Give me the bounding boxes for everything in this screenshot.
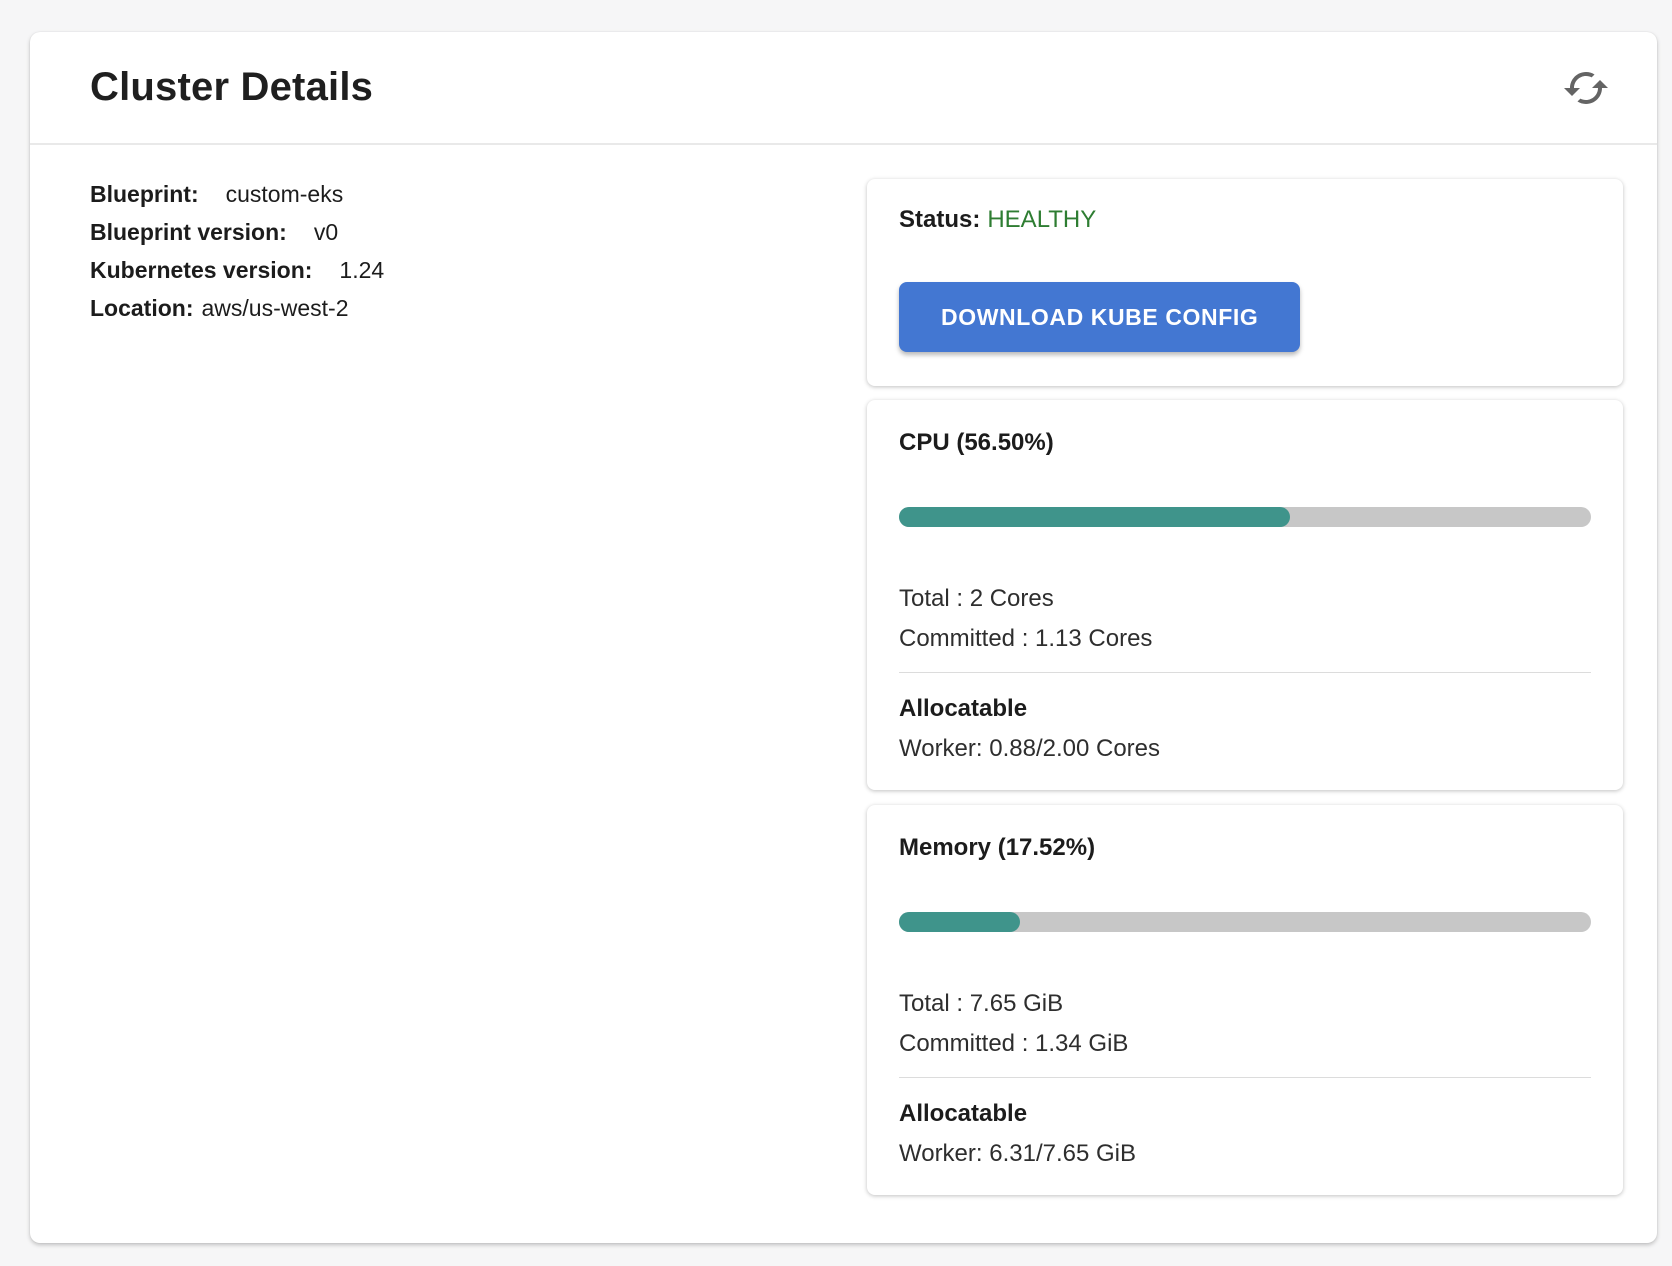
cluster-info-section: Blueprint: custom-eks Blueprint version: v… — [90, 175, 867, 1195]
cpu-progress-fill — [899, 507, 1290, 527]
location-label: Location: — [90, 295, 194, 321]
info-row-kubernetes-version: Kubernetes version: 1.24 — [90, 251, 867, 289]
page: { "card": { "title": "Cluster Details", … — [0, 32, 1672, 1266]
memory-committed: Committed : 1.34 GiB — [899, 1024, 1591, 1064]
blueprint-label: Blueprint: — [90, 181, 199, 207]
cpu-total: Total : 2 Cores — [899, 579, 1591, 619]
cpu-allocatable-label: Allocatable — [899, 689, 1591, 729]
page-title: Cluster Details — [90, 65, 373, 110]
blueprint-version-value: v0 — [314, 219, 338, 245]
memory-panel: Memory (17.52%) Total : 7.65 GiB Committ… — [867, 805, 1623, 1195]
cpu-title: CPU (56.50%) — [899, 428, 1591, 458]
kubernetes-version-label: Kubernetes version: — [90, 257, 312, 283]
cpu-worker-allocatable: Worker: 0.88/2.00 Cores — [899, 729, 1591, 769]
location-value: aws/us-west-2 — [202, 295, 349, 321]
status-panel: Status: HEALTHY DOWNLOAD KUBE CONFIG — [867, 179, 1623, 386]
cpu-progress-track — [899, 507, 1591, 527]
info-row-location: Location: aws/us-west-2 — [90, 289, 867, 327]
memory-title: Memory (17.52%) — [899, 833, 1591, 863]
refresh-icon — [1562, 64, 1610, 112]
memory-allocatable-label: Allocatable — [899, 1094, 1591, 1134]
status-label: Status: — [899, 206, 980, 233]
refresh-button[interactable] — [1559, 61, 1613, 115]
status-line: Status: HEALTHY — [899, 205, 1591, 235]
blueprint-value: custom-eks — [226, 181, 344, 207]
memory-allocatable-lines: Allocatable Worker: 6.31/7.65 GiB — [899, 1094, 1591, 1174]
memory-progress-fill — [899, 912, 1020, 932]
info-row-blueprint: Blueprint: custom-eks — [90, 175, 867, 213]
metrics-column: Status: HEALTHY DOWNLOAD KUBE CONFIG CPU … — [867, 179, 1623, 1195]
cpu-allocatable-lines: Allocatable Worker: 0.88/2.00 Cores — [899, 689, 1591, 769]
memory-usage-lines: Total : 7.65 GiB Committed : 1.34 GiB — [899, 984, 1591, 1064]
blueprint-version-label: Blueprint version: — [90, 219, 287, 245]
memory-worker-allocatable: Worker: 6.31/7.65 GiB — [899, 1134, 1591, 1174]
cluster-details-card: Cluster Details Blueprint: custom-eks Blu… — [30, 32, 1657, 1243]
panel-divider — [899, 672, 1591, 673]
status-badge: HEALTHY — [987, 206, 1096, 233]
cpu-committed: Committed : 1.13 Cores — [899, 619, 1591, 659]
memory-progress-track — [899, 912, 1591, 932]
card-header: Cluster Details — [30, 32, 1657, 145]
kubernetes-version-value: 1.24 — [339, 257, 384, 283]
info-row-blueprint-version: Blueprint version: v0 — [90, 213, 867, 251]
cpu-usage-lines: Total : 2 Cores Committed : 1.13 Cores — [899, 579, 1591, 659]
card-body: Blueprint: custom-eks Blueprint version: v… — [30, 145, 1657, 1241]
memory-total: Total : 7.65 GiB — [899, 984, 1591, 1024]
cpu-panel: CPU (56.50%) Total : 2 Cores Committed :… — [867, 400, 1623, 790]
panel-divider — [899, 1077, 1591, 1078]
download-kube-config-button[interactable]: DOWNLOAD KUBE CONFIG — [899, 282, 1300, 352]
